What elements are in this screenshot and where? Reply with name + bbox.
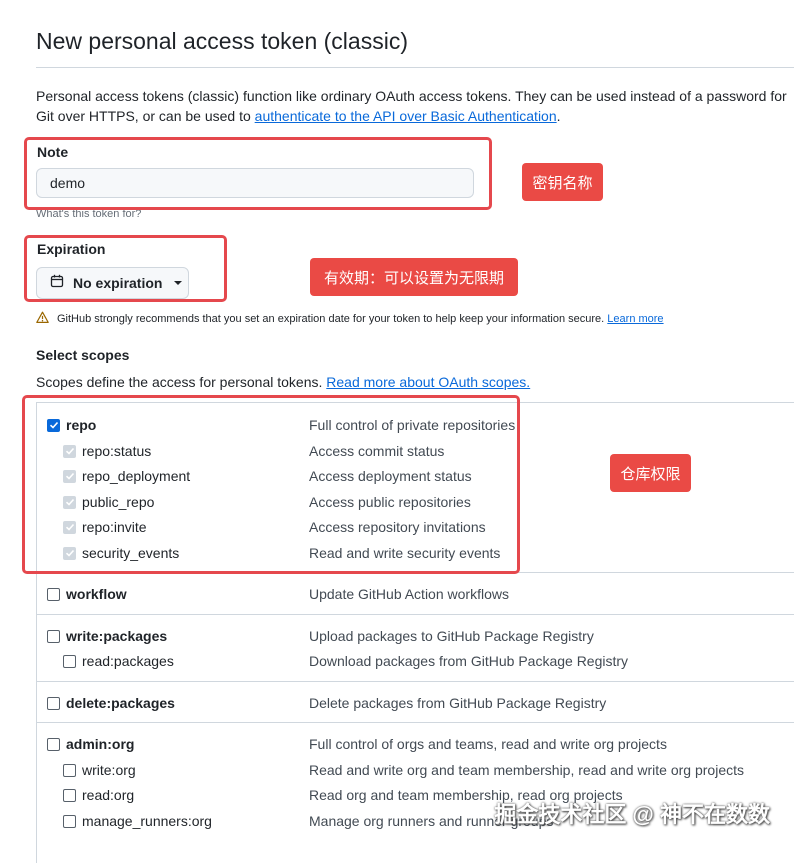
- scopes-description: Scopes define the access for personal to…: [36, 374, 530, 390]
- scope-description: Full control of orgs and teams, read and…: [309, 736, 667, 752]
- repo-annotation-badge: 仓库权限: [610, 454, 691, 492]
- warning-text: GitHub strongly recommends that you set …: [57, 313, 605, 325]
- read-org-checkbox[interactable]: [63, 788, 76, 802]
- scope-row-read-packages: read:packages Download packages from Git…: [37, 649, 794, 673]
- manage-runners-org-checkbox[interactable]: [63, 814, 76, 828]
- repo-highlight-box: [22, 395, 520, 574]
- scope-name: manage_runners:org: [82, 813, 212, 829]
- row-divider: [37, 722, 794, 723]
- scopes-heading: Select scopes: [36, 347, 130, 363]
- row-divider: [37, 614, 794, 615]
- scope-description: Download packages from GitHub Package Re…: [309, 653, 629, 669]
- read-packages-checkbox[interactable]: [63, 654, 76, 668]
- page-description: Personal access tokens (classic) functio…: [36, 86, 794, 126]
- scope-name: admin:org: [66, 736, 135, 752]
- scope-name: read:packages: [82, 653, 174, 669]
- watermark: 掘金技术社区 @ 神不在数数: [494, 802, 770, 827]
- write-org-checkbox[interactable]: [63, 763, 76, 777]
- scope-row-write-org: write:org Read and write org and team me…: [37, 758, 794, 782]
- expiration-highlight-box: [24, 235, 227, 302]
- row-divider: [37, 681, 794, 682]
- learn-more-link[interactable]: Learn more: [607, 313, 663, 325]
- alert-icon: [36, 311, 49, 327]
- scope-row-workflow: workflow Update GitHub Action workflows: [37, 582, 794, 606]
- page-title: New personal access token (classic): [36, 28, 408, 54]
- expiration-annotation-badge: 有效期：可以设置为无限期: [310, 258, 518, 296]
- scope-name: read:org: [82, 787, 135, 803]
- write-packages-checkbox[interactable]: [47, 629, 60, 643]
- expiration-warning: GitHub strongly recommends that you set …: [36, 311, 664, 327]
- delete-packages-checkbox[interactable]: [47, 696, 60, 710]
- oauth-scopes-link[interactable]: Read more about OAuth scopes.: [326, 374, 530, 390]
- scope-description: Update GitHub Action workflows: [309, 586, 509, 602]
- workflow-checkbox[interactable]: [47, 587, 60, 601]
- scope-name: write:packages: [66, 628, 168, 644]
- basic-auth-link[interactable]: authenticate to the API over Basic Authe…: [255, 108, 557, 124]
- scope-name: write:org: [82, 762, 136, 778]
- scope-name: workflow: [66, 586, 127, 602]
- scope-row-admin-org: admin:org Full control of orgs and teams…: [37, 732, 794, 756]
- note-highlight-box: [24, 137, 492, 210]
- scope-description: Read and write org and team membership, …: [309, 762, 744, 778]
- description-end: .: [556, 108, 561, 124]
- note-annotation-badge: 密钥名称: [522, 163, 603, 201]
- scope-description: Upload packages to GitHub Package Regist…: [309, 628, 594, 644]
- admin-org-checkbox[interactable]: [47, 737, 60, 751]
- scope-row-delete-packages: delete:packages Delete packages from Git…: [37, 691, 794, 715]
- scope-name: delete:packages: [66, 695, 175, 711]
- scope-description: Delete packages from GitHub Package Regi…: [309, 695, 607, 711]
- scope-row-write-packages: write:packages Upload packages to GitHub…: [37, 624, 794, 648]
- scopes-desc-text: Scopes define the access for personal to…: [36, 374, 327, 390]
- divider: [36, 67, 794, 68]
